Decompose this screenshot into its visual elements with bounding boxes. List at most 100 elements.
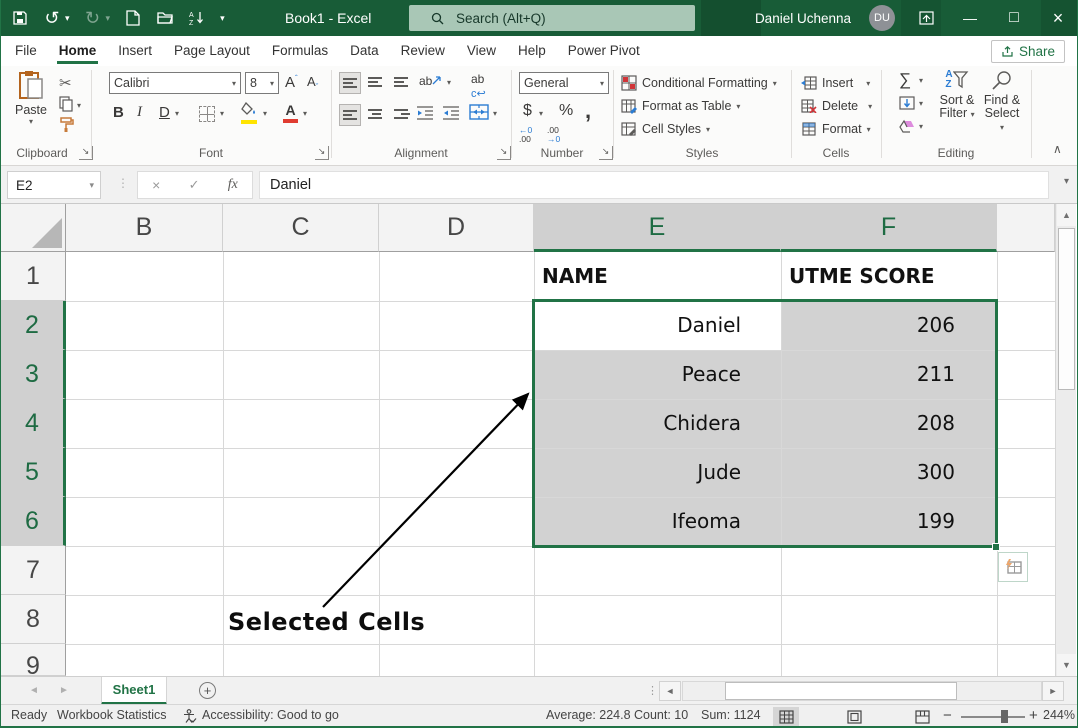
- wrap-text-icon[interactable]: abc↩: [471, 72, 486, 100]
- number-format-select[interactable]: General▾: [519, 72, 609, 94]
- bold-button[interactable]: B: [113, 104, 124, 121]
- clear-button[interactable]: [899, 119, 915, 136]
- zoom-slider[interactable]: [961, 716, 1025, 718]
- tab-formulas[interactable]: Formulas: [272, 36, 328, 66]
- underline-dropdown-icon[interactable]: ▾: [175, 109, 179, 118]
- expand-formula-bar-icon[interactable]: ▾: [1064, 176, 1069, 187]
- minimize-button[interactable]: —: [957, 5, 983, 31]
- increase-decimal-button[interactable]: ←0.00: [519, 126, 532, 144]
- name-box-input[interactable]: [8, 178, 68, 193]
- workbook-statistics-button[interactable]: Workbook Statistics: [57, 705, 167, 727]
- font-dialog-launcher-icon[interactable]: ↘: [315, 146, 329, 160]
- italic-button[interactable]: I: [137, 104, 142, 121]
- normal-view-icon[interactable]: [773, 707, 799, 726]
- share-button[interactable]: Share: [991, 40, 1065, 63]
- name-box-dropdown-icon[interactable]: ▾: [89, 180, 100, 191]
- orientation-icon[interactable]: ab: [419, 74, 442, 88]
- insert-function-icon[interactable]: fx: [228, 177, 238, 193]
- insert-cells-button[interactable]: Insert▾: [801, 72, 870, 94]
- zoom-level[interactable]: 244%: [1043, 705, 1075, 727]
- number-dialog-launcher-icon[interactable]: ↘: [599, 146, 613, 160]
- page-break-view-icon[interactable]: [909, 707, 935, 726]
- formula-input[interactable]: [260, 172, 1048, 198]
- undo-icon[interactable]: ↺: [43, 9, 61, 27]
- fill-button[interactable]: [899, 96, 915, 113]
- enter-icon[interactable]: ✓: [189, 177, 200, 193]
- sheet-nav-right-icon[interactable]: ►: [59, 677, 69, 705]
- tab-page-layout[interactable]: Page Layout: [174, 36, 250, 66]
- hscroll-left-icon[interactable]: ◄: [659, 681, 681, 701]
- merge-center-dropdown-icon[interactable]: ▾: [493, 109, 497, 118]
- currency-format-button[interactable]: $: [523, 102, 532, 120]
- vertical-scrollbar-thumb[interactable]: [1058, 228, 1075, 390]
- tab-insert[interactable]: Insert: [118, 36, 152, 66]
- formula-bar-resize-handle[interactable]: ⋮: [117, 176, 130, 190]
- tab-review[interactable]: Review: [401, 36, 445, 66]
- open-folder-icon[interactable]: [156, 9, 174, 27]
- conditional-formatting-button[interactable]: Conditional Formatting▾: [621, 72, 777, 94]
- cut-icon[interactable]: ✂: [59, 74, 72, 92]
- avatar[interactable]: DU: [869, 5, 895, 31]
- tab-data[interactable]: Data: [350, 36, 379, 66]
- autosum-dropdown-icon[interactable]: ▾: [919, 76, 923, 85]
- decrease-indent-icon[interactable]: [417, 106, 434, 123]
- format-painter-icon[interactable]: [59, 116, 75, 135]
- accessibility-status[interactable]: Accessibility: Good to go: [202, 705, 339, 727]
- sort-filter-button[interactable]: AZ Sort &Filter ▾: [937, 70, 977, 121]
- autosum-button[interactable]: ∑: [899, 70, 911, 90]
- horizontal-scrollbar[interactable]: [682, 681, 1042, 701]
- increase-font-size-button[interactable]: Aˆ: [285, 74, 298, 91]
- tab-view[interactable]: View: [467, 36, 496, 66]
- currency-dropdown-icon[interactable]: ▾: [539, 109, 543, 118]
- format-as-table-button[interactable]: Format as Table▾: [621, 95, 740, 117]
- font-name-select[interactable]: Calibri▾: [109, 72, 241, 94]
- align-bottom-button[interactable]: [391, 72, 413, 94]
- copy-dropdown-icon[interactable]: ▾: [77, 101, 81, 110]
- zoom-slider-thumb[interactable]: [1001, 710, 1008, 723]
- page-layout-view-icon[interactable]: [841, 707, 867, 726]
- orientation-dropdown-icon[interactable]: ▾: [447, 78, 451, 87]
- collapse-ribbon-icon[interactable]: ∧: [1053, 142, 1062, 156]
- comma-format-button[interactable]: ,: [585, 98, 591, 124]
- borders-icon[interactable]: [199, 106, 215, 122]
- format-cells-button[interactable]: Format▾: [801, 118, 871, 140]
- customize-toolbar-icon[interactable]: ▾: [220, 13, 225, 24]
- font-size-select[interactable]: 8▾: [245, 72, 279, 94]
- borders-dropdown-icon[interactable]: ▾: [220, 109, 224, 118]
- tab-power-pivot[interactable]: Power Pivot: [568, 36, 640, 66]
- tab-home[interactable]: Home: [59, 36, 97, 66]
- zoom-out-icon[interactable]: −: [943, 705, 952, 727]
- new-sheet-button[interactable]: +: [199, 682, 216, 699]
- merge-center-icon[interactable]: [469, 104, 489, 123]
- align-right-button[interactable]: [391, 104, 413, 126]
- tab-help[interactable]: Help: [518, 36, 546, 66]
- alignment-dialog-launcher-icon[interactable]: ↘: [497, 146, 511, 160]
- increase-indent-icon[interactable]: [443, 106, 460, 123]
- sheet-tab-sheet1[interactable]: Sheet1: [101, 677, 167, 705]
- percent-format-button[interactable]: %: [559, 102, 573, 120]
- align-top-button[interactable]: [339, 72, 361, 94]
- find-select-button[interactable]: Find &Select ▾: [981, 70, 1023, 134]
- cell-styles-button[interactable]: Cell Styles▾: [621, 118, 710, 140]
- ribbon-display-options-icon[interactable]: [913, 5, 939, 31]
- undo-dropdown-icon[interactable]: ▾: [65, 13, 70, 24]
- tab-file[interactable]: File: [15, 36, 37, 66]
- horizontal-scrollbar-thumb[interactable]: [725, 682, 957, 700]
- close-button[interactable]: ×: [1045, 5, 1071, 31]
- delete-cells-button[interactable]: Delete▾: [801, 95, 872, 117]
- align-middle-button[interactable]: [365, 72, 387, 94]
- vertical-scrollbar[interactable]: ▲ ▼: [1055, 204, 1076, 676]
- clear-dropdown-icon[interactable]: ▾: [919, 122, 923, 131]
- decrease-decimal-button[interactable]: .00→0: [547, 126, 560, 144]
- fill-dropdown-icon[interactable]: ▾: [919, 99, 923, 108]
- sheet-nav-left-icon[interactable]: ◄: [29, 677, 39, 705]
- paste-button[interactable]: Paste ▾: [9, 70, 53, 126]
- name-box[interactable]: ▾: [7, 171, 101, 199]
- search-input[interactable]: [456, 11, 656, 26]
- copy-icon[interactable]: [59, 96, 73, 115]
- font-color-icon[interactable]: A: [283, 102, 298, 123]
- scroll-down-icon[interactable]: ▼: [1057, 654, 1076, 676]
- sort-az-icon[interactable]: AZ: [188, 9, 206, 27]
- decrease-font-size-button[interactable]: Aˇ: [307, 74, 318, 92]
- maximize-button[interactable]: □: [1001, 5, 1027, 31]
